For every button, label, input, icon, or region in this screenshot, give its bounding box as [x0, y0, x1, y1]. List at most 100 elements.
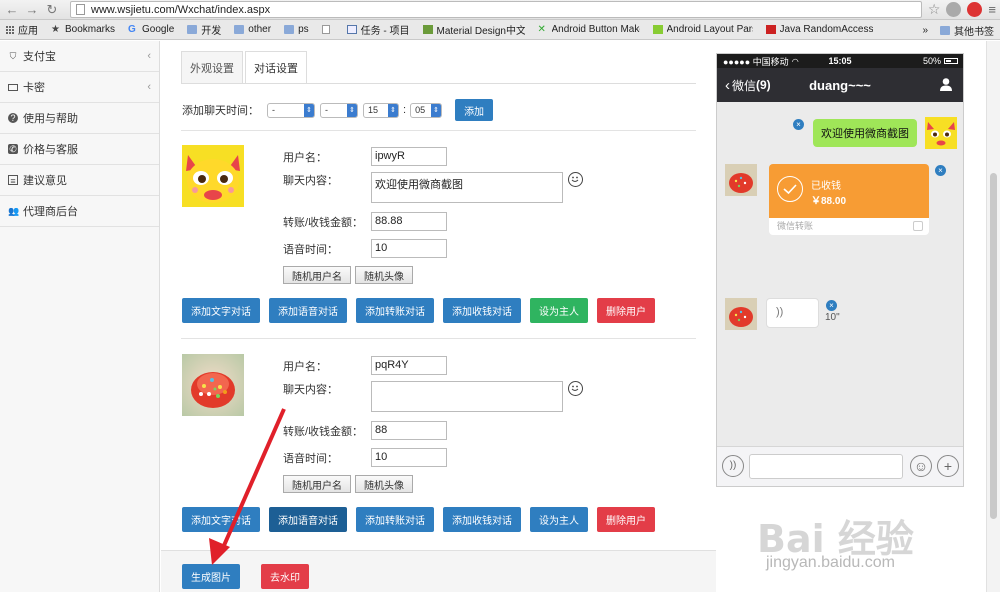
address-bar[interactable]: www.wsjietu.com/Wxchat/index.aspx — [70, 1, 922, 18]
food-avatar[interactable] — [182, 354, 244, 416]
sidebar-item-label: 代理商后台 — [23, 206, 78, 218]
extension-red-icon[interactable] — [967, 2, 983, 17]
bookmark-material[interactable]: Material Design中文版 — [422, 22, 525, 37]
bookmark-label: Android Button Maker — [551, 24, 640, 35]
generate-image-button[interactable]: 生成图片 — [182, 564, 240, 589]
emoji-icon[interactable] — [568, 381, 583, 396]
plus-icon[interactable]: + — [937, 455, 959, 477]
more-bookmarks-icon[interactable]: » — [922, 25, 928, 36]
payment-card[interactable]: 已收钱 ￥88.00 微信转账 — [769, 164, 929, 235]
sidebar-item-feedback[interactable]: ≡ 建议意见 — [0, 165, 159, 196]
bookmark-dev[interactable]: 开发 — [187, 22, 221, 37]
voice-input[interactable]: 10 — [371, 448, 447, 467]
payment-amount: ￥88.00 — [811, 196, 847, 207]
user-2-actions: 添加文字对话 添加语音对话 添加转账对话 添加收钱对话 设为主人 删除用户 — [182, 507, 664, 532]
sidebar-item-agent[interactable]: 👥 代理商后台 — [0, 196, 159, 227]
chevron-left-icon: ‹ — [147, 81, 151, 93]
time-select-minute[interactable]: 05 ⇕ — [410, 102, 443, 118]
bookmark-apps[interactable]: 应用 — [0, 22, 38, 37]
select-value: 15 — [368, 104, 379, 115]
add-transfer-button[interactable]: 添加转账对话 — [356, 507, 434, 532]
bookmark-bookmarks[interactable]: ★ Bookmarks — [51, 24, 115, 35]
person-icon[interactable] — [939, 77, 953, 91]
add-voice-button[interactable]: 添加语音对话 — [269, 507, 347, 532]
bookmark-blank[interactable] — [321, 25, 334, 34]
page-scrollbar[interactable] — [986, 41, 1000, 592]
sidebar-item-card[interactable]: 卡密 ‹ — [0, 72, 159, 103]
wechat-back-button[interactable]: ‹ 微信 (9) — [725, 77, 771, 94]
emoji-icon[interactable]: ☺ — [910, 455, 932, 477]
bookmark-google[interactable]: G Google — [128, 24, 174, 35]
other-bookmarks[interactable]: 其他书签 — [954, 23, 994, 38]
add-voice-button[interactable]: 添加语音对话 — [269, 298, 347, 323]
extension-gray-icon[interactable] — [946, 2, 962, 17]
add-transfer-button[interactable]: 添加转账对话 — [356, 298, 434, 323]
reload-icon[interactable]: ↻ — [44, 2, 60, 18]
add-receive-button[interactable]: 添加收钱对话 — [443, 507, 521, 532]
bookmark-star-icon[interactable]: ☆ — [928, 1, 941, 18]
chat-text-input[interactable] — [749, 454, 903, 479]
time-select-hour[interactable]: 15 ⇕ — [363, 102, 399, 118]
cat-avatar-small — [925, 117, 957, 149]
chat-input-bar: )) ☺ + — [717, 446, 963, 486]
bookmark-tasks[interactable]: 任务 - 项目 — [346, 22, 410, 37]
welcome-bubble[interactable]: 欢迎使用微商截图 — [813, 119, 917, 147]
bookmark-label: other — [248, 24, 272, 35]
amount-input[interactable]: 88 — [371, 421, 447, 440]
add-text-button[interactable]: 添加文字对话 — [182, 298, 260, 323]
cat-avatar[interactable] — [182, 145, 244, 207]
back-arrow-icon[interactable]: ← — [4, 2, 20, 18]
delete-user-button[interactable]: 删除用户 — [597, 298, 655, 323]
add-receive-button[interactable]: 添加收钱对话 — [443, 298, 521, 323]
random-username-button[interactable]: 随机用户名 — [283, 475, 351, 493]
scrollbar-thumb[interactable] — [990, 173, 997, 519]
sidebar-item-pricing[interactable]: ✆ 价格与客服 — [0, 134, 159, 165]
tab-dialog[interactable]: 对话设置 — [245, 51, 307, 83]
list-icon: ≡ — [8, 175, 18, 186]
set-owner-button[interactable]: 设为主人 — [530, 507, 588, 532]
random-username-button[interactable]: 随机用户名 — [283, 266, 351, 284]
voice-bubble[interactable]: )) — [766, 298, 819, 328]
emoji-icon[interactable] — [568, 172, 583, 187]
voice-input[interactable]: 10 — [371, 239, 447, 258]
forward-arrow-icon[interactable]: → — [24, 2, 40, 18]
bookmark-ps[interactable]: ps — [284, 24, 309, 35]
tab-appearance[interactable]: 外观设置 — [181, 51, 243, 83]
google-icon: G — [128, 24, 136, 35]
delete-user-button[interactable]: 删除用户 — [597, 507, 655, 532]
bookmark-other[interactable]: other — [234, 24, 271, 35]
amount-input[interactable]: 88.88 — [371, 212, 447, 231]
random-avatar-button[interactable]: 随机头像 — [355, 475, 413, 493]
remove-message-icon[interactable]: × — [793, 119, 804, 130]
username-label: 用户名： — [283, 360, 327, 373]
add-text-button[interactable]: 添加文字对话 — [182, 507, 260, 532]
remove-message-icon[interactable]: × — [935, 165, 946, 176]
sidebar: ⛉ 支付宝 ‹ 卡密 ‹ ? 使用与帮助 ✆ 价格与客服 ≡ 建议意见 👥 代理… — [0, 41, 160, 592]
bookmark-java[interactable]: Java RandomAccess — [765, 24, 873, 35]
remove-watermark-button[interactable]: 去水印 — [261, 564, 309, 589]
random-avatar-button[interactable]: 随机头像 — [355, 266, 413, 284]
voice-input-icon[interactable]: )) — [722, 455, 744, 477]
remove-message-icon[interactable]: × — [826, 300, 837, 311]
set-owner-button[interactable]: 设为主人 — [530, 298, 588, 323]
phone-icon: ✆ — [8, 144, 18, 154]
voice-label: 语音时间： — [283, 243, 338, 256]
bookmark-label: 开发 — [201, 26, 222, 37]
sidebar-item-alipay[interactable]: ⛉ 支付宝 ‹ — [0, 41, 159, 72]
menu-icon[interactable]: ≡ — [988, 2, 996, 17]
content-textarea[interactable]: 欢迎使用微商截图 — [371, 172, 563, 203]
sidebar-item-help[interactable]: ? 使用与帮助 — [0, 103, 159, 134]
username-input[interactable]: pqR4Y — [371, 356, 447, 375]
payment-card-footer: 微信转账 — [769, 218, 929, 235]
random-row: 随机用户名 随机头像 — [283, 266, 417, 284]
add-time-button[interactable]: 添加 — [455, 99, 494, 121]
android-layout-icon — [652, 25, 663, 34]
add-time-row: 添加聊天时间： - ⇕ - ⇕ 15 ⇕ : 05 ⇕ 添加 — [182, 99, 494, 121]
username-input[interactable]: ipwyR — [371, 147, 447, 166]
bookmark-android-layout[interactable]: Android Layout Parse — [652, 24, 753, 35]
sidebar-item-label: 价格与客服 — [23, 144, 78, 156]
bookmark-android-button[interactable]: ✕ Android Button Maker — [538, 24, 640, 35]
time-select-1[interactable]: - ⇕ — [267, 102, 315, 118]
content-textarea[interactable] — [371, 381, 563, 412]
time-select-2[interactable]: - ⇕ — [320, 102, 358, 118]
